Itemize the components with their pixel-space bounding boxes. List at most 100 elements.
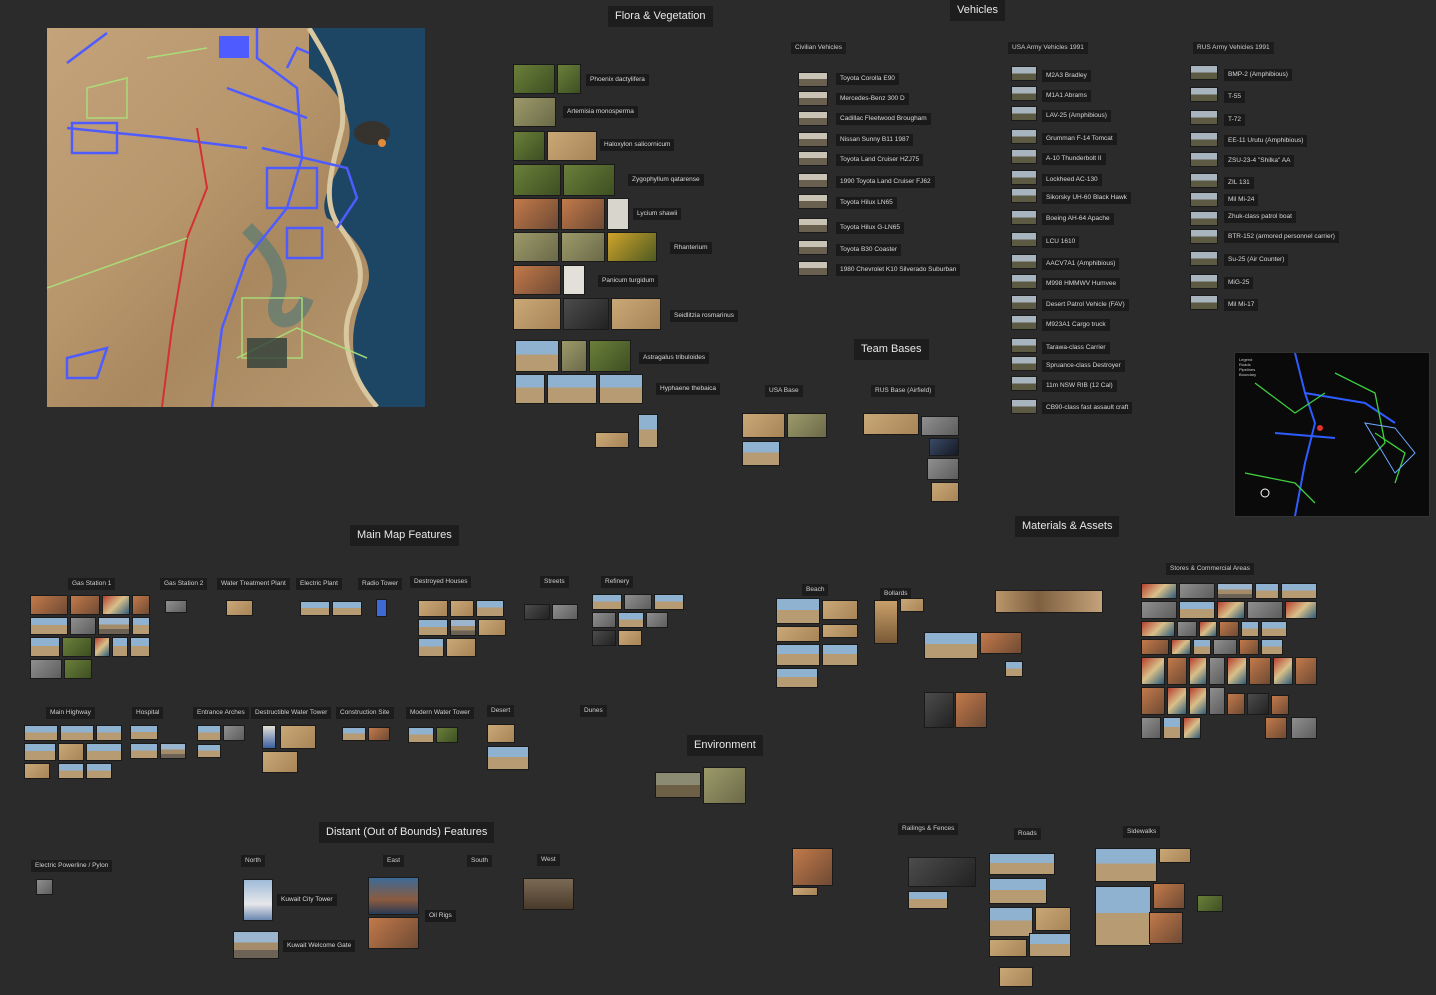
material-thumb[interactable] bbox=[1217, 601, 1245, 619]
material-thumb[interactable] bbox=[1213, 639, 1237, 655]
feature-thumb[interactable] bbox=[478, 619, 506, 636]
feature-thumb[interactable] bbox=[618, 612, 644, 628]
material-thumb[interactable] bbox=[1167, 687, 1187, 715]
feature-thumb[interactable] bbox=[487, 724, 515, 743]
material-thumb[interactable] bbox=[1219, 621, 1239, 637]
feature-thumb[interactable] bbox=[418, 619, 448, 636]
feature-thumb[interactable] bbox=[418, 638, 444, 657]
vehicle-thumb[interactable] bbox=[1011, 170, 1037, 185]
material-thumb[interactable] bbox=[1291, 717, 1317, 739]
feature-thumb[interactable] bbox=[332, 601, 362, 616]
material-thumb[interactable] bbox=[1227, 657, 1247, 685]
feature-thumb[interactable] bbox=[30, 637, 60, 657]
feature-thumb[interactable] bbox=[24, 743, 56, 761]
material-thumb[interactable] bbox=[1141, 601, 1177, 619]
material-thumb[interactable] bbox=[1141, 657, 1165, 685]
distant-thumb[interactable] bbox=[368, 877, 419, 915]
material-thumb[interactable] bbox=[1029, 933, 1071, 957]
feature-thumb[interactable] bbox=[280, 725, 316, 749]
flora-thumb[interactable] bbox=[563, 298, 609, 330]
material-thumb[interactable] bbox=[1141, 639, 1169, 655]
feature-thumb[interactable] bbox=[130, 637, 150, 657]
feature-thumb[interactable] bbox=[654, 594, 684, 610]
base-thumb[interactable] bbox=[787, 413, 827, 438]
material-thumb[interactable] bbox=[989, 907, 1033, 937]
feature-thumb[interactable] bbox=[226, 600, 253, 616]
feature-thumb[interactable] bbox=[160, 743, 186, 759]
environment-thumb[interactable] bbox=[703, 767, 746, 804]
flora-thumb[interactable] bbox=[561, 340, 587, 372]
material-thumb[interactable] bbox=[1095, 886, 1151, 946]
material-thumb[interactable] bbox=[1197, 895, 1223, 912]
feature-thumb[interactable] bbox=[476, 600, 504, 617]
material-thumb[interactable] bbox=[1265, 717, 1287, 739]
distant-thumb[interactable] bbox=[233, 931, 279, 959]
feature-thumb[interactable] bbox=[262, 725, 276, 749]
vehicle-thumb[interactable] bbox=[1190, 132, 1218, 147]
material-thumb[interactable] bbox=[776, 644, 820, 666]
material-thumb[interactable] bbox=[1005, 661, 1023, 677]
material-thumb[interactable] bbox=[1255, 583, 1279, 599]
base-thumb[interactable] bbox=[742, 441, 780, 466]
material-thumb[interactable] bbox=[1281, 583, 1317, 599]
material-thumb[interactable] bbox=[1189, 657, 1207, 685]
feature-thumb[interactable] bbox=[450, 619, 476, 636]
flora-thumb[interactable] bbox=[561, 232, 605, 262]
feature-thumb[interactable] bbox=[552, 604, 578, 620]
material-thumb[interactable] bbox=[955, 692, 987, 728]
material-thumb[interactable] bbox=[776, 668, 818, 688]
feature-thumb[interactable] bbox=[24, 763, 50, 779]
vehicle-thumb[interactable] bbox=[1011, 295, 1037, 310]
feature-thumb[interactable] bbox=[58, 743, 84, 761]
feature-thumb[interactable] bbox=[132, 595, 150, 615]
feature-thumb[interactable] bbox=[436, 727, 458, 743]
satellite-map[interactable] bbox=[47, 28, 425, 407]
feature-thumb[interactable] bbox=[30, 617, 68, 635]
vehicle-thumb[interactable] bbox=[1190, 65, 1218, 80]
feature-thumb[interactable] bbox=[62, 637, 92, 657]
vehicle-thumb[interactable] bbox=[798, 72, 828, 87]
flora-thumb[interactable] bbox=[607, 198, 629, 230]
material-thumb[interactable] bbox=[1153, 883, 1185, 909]
material-thumb[interactable] bbox=[1141, 621, 1175, 637]
feature-thumb[interactable] bbox=[408, 727, 434, 743]
feature-thumb[interactable] bbox=[58, 763, 84, 779]
material-thumb[interactable] bbox=[1239, 639, 1259, 655]
material-thumb[interactable] bbox=[995, 590, 1103, 613]
flora-thumb[interactable] bbox=[513, 298, 561, 330]
material-thumb[interactable] bbox=[792, 848, 833, 886]
material-thumb[interactable] bbox=[776, 598, 820, 624]
material-thumb[interactable] bbox=[1141, 583, 1177, 599]
material-thumb[interactable] bbox=[1227, 693, 1245, 715]
vehicle-thumb[interactable] bbox=[1011, 188, 1037, 203]
vehicle-thumb[interactable] bbox=[1190, 211, 1218, 226]
material-thumb[interactable] bbox=[924, 692, 954, 728]
feature-thumb[interactable] bbox=[487, 746, 529, 770]
distant-thumb[interactable] bbox=[36, 879, 53, 895]
material-thumb[interactable] bbox=[989, 853, 1055, 875]
vehicle-thumb[interactable] bbox=[1190, 274, 1218, 289]
material-thumb[interactable] bbox=[1261, 621, 1287, 637]
vehicle-thumb[interactable] bbox=[798, 132, 828, 147]
material-thumb[interactable] bbox=[1193, 639, 1211, 655]
feature-thumb[interactable] bbox=[70, 617, 96, 635]
flora-thumb[interactable] bbox=[513, 265, 561, 295]
feature-thumb[interactable] bbox=[64, 659, 92, 679]
material-thumb[interactable] bbox=[1295, 657, 1317, 685]
flora-thumb[interactable] bbox=[589, 340, 631, 372]
material-thumb[interactable] bbox=[1141, 717, 1161, 739]
vehicle-thumb[interactable] bbox=[1190, 229, 1218, 244]
vehicle-thumb[interactable] bbox=[1190, 295, 1218, 310]
material-thumb[interactable] bbox=[1273, 657, 1293, 685]
material-thumb[interactable] bbox=[776, 626, 820, 642]
feature-thumb[interactable] bbox=[624, 594, 652, 610]
material-thumb[interactable] bbox=[1285, 601, 1317, 619]
material-thumb[interactable] bbox=[1247, 601, 1283, 619]
vehicle-thumb[interactable] bbox=[798, 261, 828, 276]
vehicle-thumb[interactable] bbox=[1190, 87, 1218, 102]
feature-thumb[interactable] bbox=[592, 594, 622, 610]
feature-thumb[interactable] bbox=[524, 604, 550, 620]
base-thumb[interactable] bbox=[863, 413, 919, 435]
material-thumb[interactable] bbox=[1167, 657, 1187, 685]
vehicle-thumb[interactable] bbox=[1011, 232, 1037, 247]
